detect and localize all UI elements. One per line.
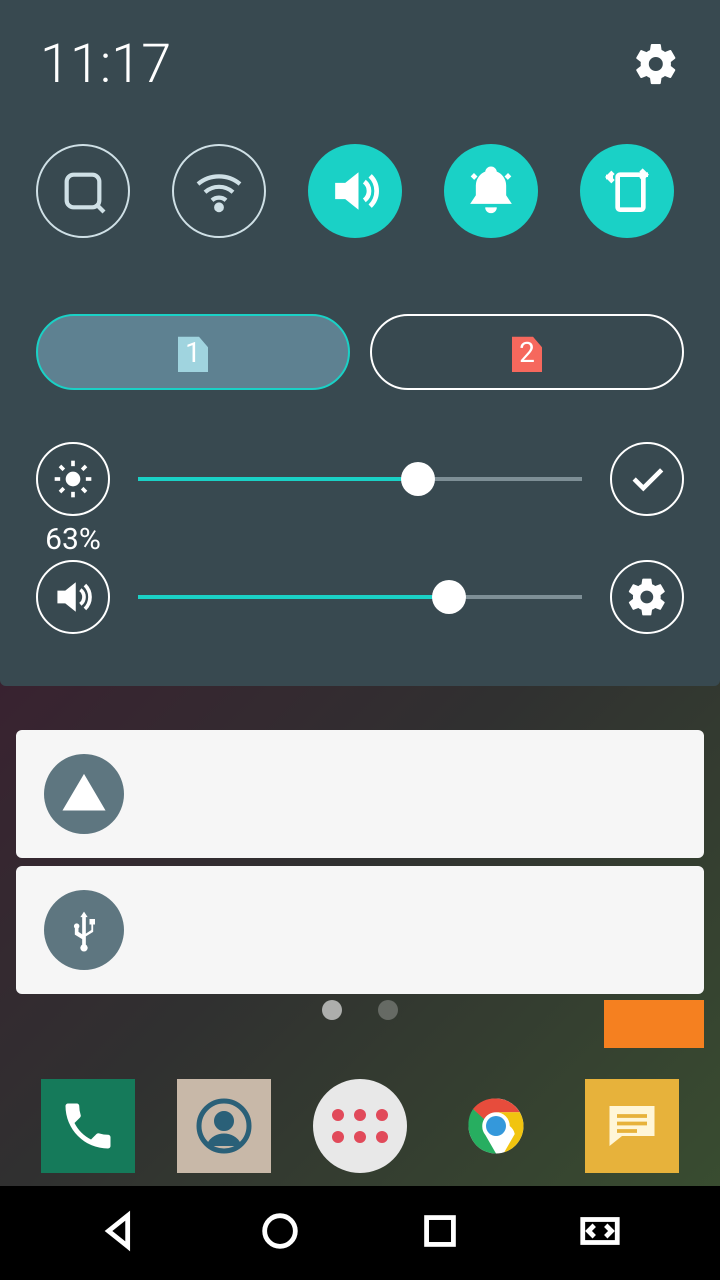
- toggle-wifi[interactable]: [172, 144, 266, 238]
- app-chrome[interactable]: [449, 1079, 543, 1173]
- quick-settings-panel: 11:17 1 2 6: [0, 0, 720, 686]
- brightness-percent-label: 63%: [36, 522, 110, 557]
- brightness-icon-button[interactable]: [36, 442, 110, 516]
- brightness-row: 63%: [0, 420, 720, 538]
- volume-slider-fill: [138, 595, 449, 599]
- notification-card[interactable]: [16, 866, 704, 994]
- toggle-sound[interactable]: [308, 144, 402, 238]
- quick-toggle-row: [0, 128, 720, 266]
- brightness-slider-thumb[interactable]: [401, 462, 435, 496]
- nav-back-button[interactable]: [97, 1208, 143, 1258]
- warning-icon: [44, 754, 124, 834]
- app-messaging[interactable]: [585, 1079, 679, 1173]
- nav-home-button[interactable]: [257, 1208, 303, 1258]
- app-contacts[interactable]: [177, 1079, 271, 1173]
- gear-icon: [625, 575, 669, 619]
- usb-icon: [44, 890, 124, 970]
- bell-icon: [463, 163, 519, 219]
- speaker-icon: [327, 163, 383, 219]
- phone-icon: [58, 1096, 118, 1156]
- status-bar: 11:17: [0, 0, 720, 128]
- sim-card-icon: 1: [178, 332, 208, 372]
- volume-icon-button[interactable]: [36, 560, 110, 634]
- notification-card[interactable]: [16, 730, 704, 858]
- status-clock: 11:17: [40, 33, 171, 96]
- recent-icon: [417, 1208, 463, 1254]
- dock: [0, 1066, 720, 1186]
- nav-switch-button[interactable]: [577, 1208, 623, 1258]
- sim-1-label: 1: [185, 336, 201, 369]
- brightness-slider-fill: [138, 477, 418, 481]
- page-dot: [378, 1000, 398, 1020]
- navigation-bar: [0, 1186, 720, 1280]
- contacts-icon: [194, 1096, 254, 1156]
- check-icon: [625, 457, 669, 501]
- home-icon: [257, 1208, 303, 1254]
- sim-selector-row: 1 2: [0, 266, 720, 420]
- rotation-icon: [599, 163, 655, 219]
- sim-card-icon: 2: [512, 332, 542, 372]
- screenshot-icon: [55, 163, 111, 219]
- brightness-icon: [51, 457, 95, 501]
- settings-button[interactable]: [632, 40, 680, 88]
- back-icon: [97, 1208, 143, 1254]
- message-icon: [602, 1096, 662, 1156]
- toggle-screenshot[interactable]: [36, 144, 130, 238]
- sim-2-label: 2: [519, 336, 535, 369]
- volume-slider[interactable]: [138, 595, 582, 599]
- sim-2-button[interactable]: 2: [370, 314, 684, 390]
- app-phone[interactable]: [41, 1079, 135, 1173]
- home-widget[interactable]: [604, 1000, 704, 1048]
- app-drawer-button[interactable]: [313, 1079, 407, 1173]
- brightness-slider[interactable]: [138, 477, 582, 481]
- nav-recent-button[interactable]: [417, 1208, 463, 1258]
- toggle-notifications[interactable]: [444, 144, 538, 238]
- volume-slider-thumb[interactable]: [432, 580, 466, 614]
- volume-settings-button[interactable]: [610, 560, 684, 634]
- toggle-rotation[interactable]: [580, 144, 674, 238]
- sim-1-button[interactable]: 1: [36, 314, 350, 390]
- gear-icon: [632, 40, 680, 88]
- auto-brightness-toggle[interactable]: [610, 442, 684, 516]
- wifi-icon: [191, 163, 247, 219]
- speaker-icon: [51, 575, 95, 619]
- page-dot-active: [322, 1000, 342, 1020]
- grid-icon: [332, 1109, 388, 1143]
- chrome-icon: [466, 1096, 526, 1156]
- switch-icon: [577, 1208, 623, 1254]
